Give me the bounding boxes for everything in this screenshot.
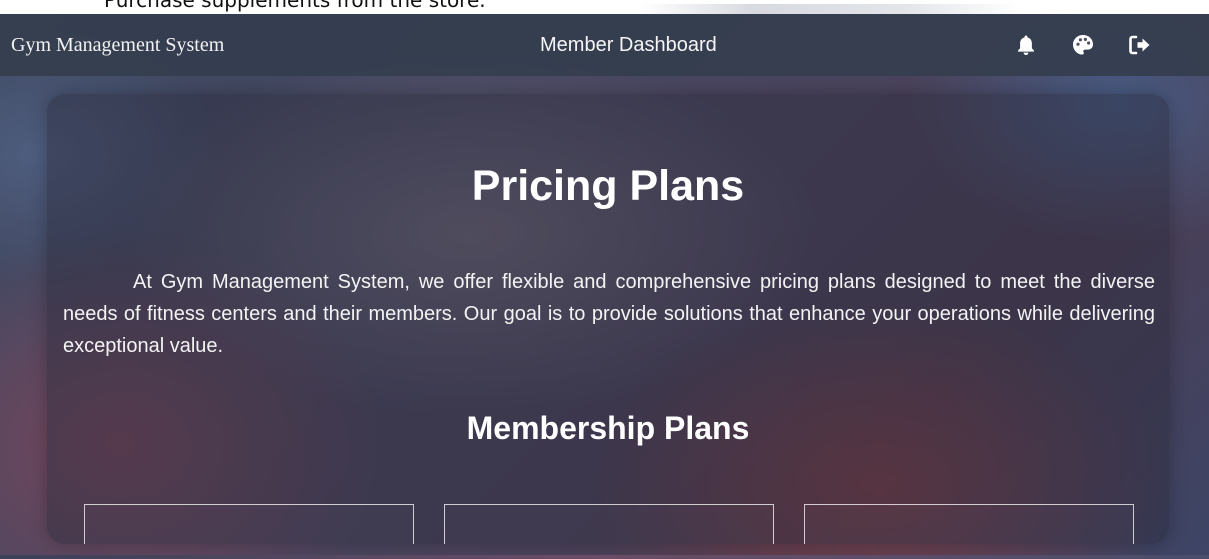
brand-title[interactable]: Gym Management System bbox=[11, 34, 224, 57]
navbar: Gym Management System Member Dashboard bbox=[0, 14, 1209, 76]
section-title: Membership Plans bbox=[466, 410, 750, 446]
blurred-area bbox=[640, 4, 1020, 14]
pricing-card: Pricing Plans At Gym Management System, … bbox=[47, 94, 1169, 544]
document-text-strip: Purchase supplements from the store. bbox=[0, 0, 1209, 14]
document-text: Purchase supplements from the store. bbox=[104, 0, 486, 12]
dashboard-title: Member Dashboard bbox=[540, 34, 717, 56]
bell-icon[interactable] bbox=[1013, 32, 1039, 58]
bottom-edge bbox=[0, 555, 1209, 559]
plan-card[interactable] bbox=[804, 504, 1134, 544]
plan-card[interactable] bbox=[444, 504, 774, 544]
plan-card[interactable] bbox=[84, 504, 414, 544]
page-title: Pricing Plans bbox=[471, 162, 745, 210]
logout-icon[interactable] bbox=[1127, 32, 1153, 58]
palette-icon[interactable] bbox=[1070, 32, 1096, 58]
intro-paragraph: At Gym Management System, we offer flexi… bbox=[63, 271, 1155, 357]
app-window: Gym Management System Member Dashboard P… bbox=[0, 14, 1209, 559]
